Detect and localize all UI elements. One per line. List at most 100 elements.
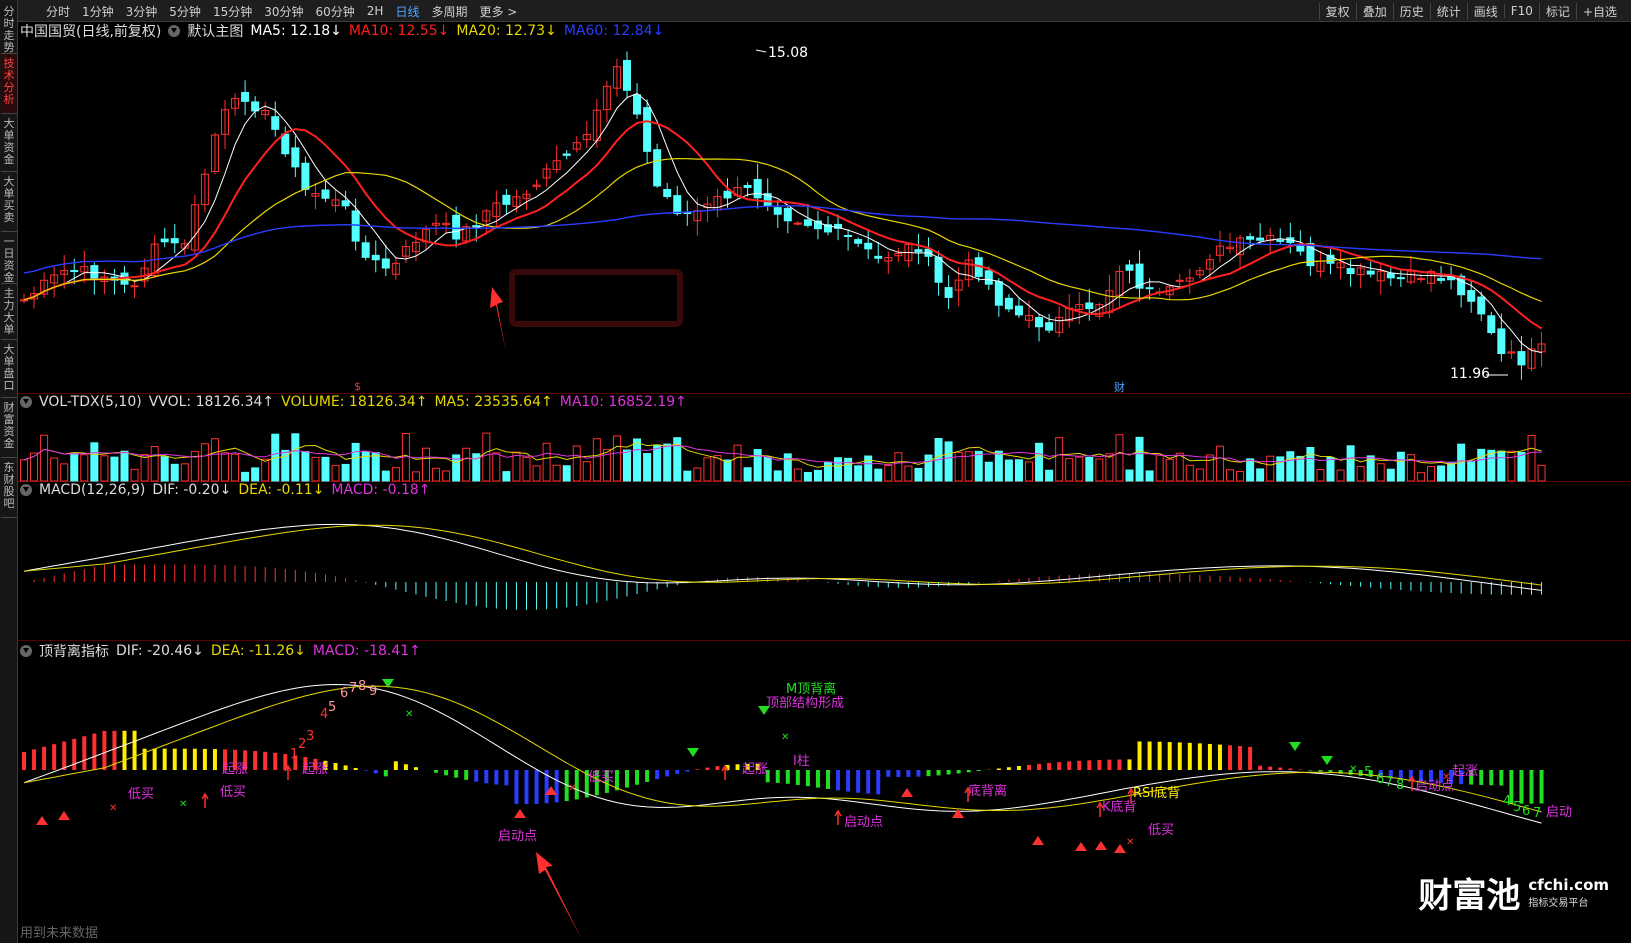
candle-body bbox=[1276, 239, 1285, 242]
divergence-histogram-bar bbox=[785, 770, 790, 784]
volume-bar bbox=[482, 432, 491, 482]
candle-body bbox=[793, 222, 802, 225]
divergence-histogram-bar bbox=[996, 768, 1001, 770]
signal-label: 起涨 bbox=[302, 762, 328, 777]
volume-bar bbox=[552, 464, 561, 482]
volume-bar bbox=[683, 470, 692, 482]
count-mark: 5 bbox=[328, 700, 336, 715]
divergence-histogram-bar bbox=[1238, 746, 1243, 770]
divergence-histogram-bar bbox=[132, 730, 137, 770]
divergence-histogram-bar bbox=[705, 767, 710, 770]
signal-label: 低买 bbox=[1148, 823, 1174, 838]
candle-body bbox=[673, 195, 682, 215]
x-mark-icon: ✕ bbox=[179, 799, 187, 810]
divergence-histogram-bar bbox=[454, 770, 459, 778]
volume-bar bbox=[824, 461, 832, 482]
volume-bar bbox=[984, 461, 993, 482]
divergence-histogram-bar bbox=[444, 770, 449, 776]
volume-bar bbox=[1487, 449, 1496, 482]
buy-triangle-icon bbox=[901, 788, 913, 797]
divergence-histogram-bar bbox=[253, 750, 258, 770]
volume-bar bbox=[633, 438, 642, 482]
volume-bar bbox=[130, 468, 139, 482]
volume-bar bbox=[1195, 468, 1204, 482]
event-mark: 财 bbox=[1114, 380, 1125, 394]
count-mark: 4 bbox=[1503, 794, 1511, 809]
candle-body bbox=[783, 207, 792, 222]
volume-bar bbox=[1145, 470, 1154, 482]
volume-bar bbox=[773, 470, 782, 482]
count-mark: 9 bbox=[369, 684, 377, 699]
x-mark-icon: ✕ bbox=[568, 783, 576, 794]
volume-bar bbox=[974, 450, 983, 482]
divergence-histogram-bar bbox=[484, 770, 489, 784]
volume-bar bbox=[210, 438, 219, 482]
volume-bar bbox=[1065, 458, 1074, 482]
volume-bar bbox=[1437, 465, 1446, 482]
volume-bar bbox=[612, 435, 621, 482]
divergence-histogram-bar bbox=[916, 770, 921, 777]
candle-body bbox=[633, 94, 642, 115]
candle-body bbox=[1004, 297, 1013, 310]
volume-bar bbox=[90, 442, 99, 482]
divergence-histogram-bar bbox=[1047, 762, 1052, 770]
volume-bar bbox=[100, 455, 109, 482]
volume-bar bbox=[1246, 458, 1255, 482]
signal-label: 顶部结构形成 bbox=[766, 696, 844, 711]
count-mark: 7 bbox=[1385, 775, 1393, 790]
candle-body bbox=[1256, 237, 1265, 241]
candle-body bbox=[170, 238, 179, 244]
divergence-histogram-bar bbox=[846, 770, 851, 792]
volume-bar bbox=[301, 450, 310, 482]
divergence-histogram-bar bbox=[1167, 742, 1172, 770]
divergence-histogram-bar bbox=[92, 733, 97, 770]
signal-label: I柱 bbox=[793, 754, 810, 769]
divergence-histogram-bar bbox=[1197, 743, 1202, 770]
volume-bar bbox=[803, 471, 812, 482]
sell-triangle-icon bbox=[687, 748, 699, 757]
x-mark-icon: ✕ bbox=[405, 709, 413, 720]
divergence-histogram-bar bbox=[413, 767, 418, 770]
divergence-histogram-bar bbox=[665, 770, 670, 777]
candle-body bbox=[854, 239, 863, 244]
divergence-histogram-bar bbox=[625, 770, 629, 788]
divergence-histogram-bar bbox=[1479, 770, 1484, 785]
divergence-histogram-bar bbox=[1217, 744, 1222, 770]
candle-body bbox=[1145, 287, 1154, 290]
divergence-histogram-bar bbox=[896, 770, 901, 778]
volume-bar bbox=[904, 465, 913, 482]
divergence-histogram-bar bbox=[635, 770, 640, 785]
candle-body bbox=[914, 249, 923, 253]
volume-bar bbox=[1025, 461, 1033, 482]
divergence-histogram-bar bbox=[393, 761, 398, 770]
candle-body bbox=[1175, 279, 1184, 282]
volume-bar bbox=[221, 452, 229, 482]
divergence-histogram-bar bbox=[212, 749, 217, 770]
volume-bar bbox=[1296, 455, 1305, 482]
chart-canvas[interactable]: 15.0811.96$ 财低买 低买起涨 起涨启动点低买起涨M顶背离顶部结构形成I柱启… bbox=[0, 0, 1631, 943]
volume-bar bbox=[1517, 451, 1526, 482]
volume-bar bbox=[1075, 456, 1084, 482]
volume-bar bbox=[643, 453, 652, 482]
volume-bar bbox=[572, 445, 581, 482]
divergence-histogram-bar bbox=[72, 738, 77, 770]
divergence-histogram-bar bbox=[343, 765, 348, 770]
divergence-histogram-bar bbox=[52, 744, 57, 770]
annotation-arrow bbox=[536, 852, 582, 940]
divergence-histogram-bar bbox=[22, 752, 26, 770]
volume-bar bbox=[1416, 472, 1425, 482]
x-mark-icon: ✕ bbox=[1442, 772, 1450, 783]
candle-body bbox=[1045, 322, 1054, 331]
divergence-histogram-bar bbox=[333, 763, 338, 770]
divergence-histogram-bar bbox=[1016, 766, 1021, 770]
x-mark-icon: ✕ bbox=[1126, 837, 1134, 848]
candle-body bbox=[803, 219, 812, 226]
volume-bar bbox=[1185, 464, 1194, 482]
divergence-histogram-bar bbox=[1117, 759, 1122, 770]
high-price-label: 15.08 bbox=[768, 45, 808, 61]
volume-bar bbox=[703, 457, 712, 482]
volume-bar bbox=[1497, 450, 1506, 482]
volume-bar bbox=[1356, 466, 1365, 482]
candle-body bbox=[1497, 328, 1506, 354]
divergence-histogram-bar bbox=[795, 770, 800, 785]
